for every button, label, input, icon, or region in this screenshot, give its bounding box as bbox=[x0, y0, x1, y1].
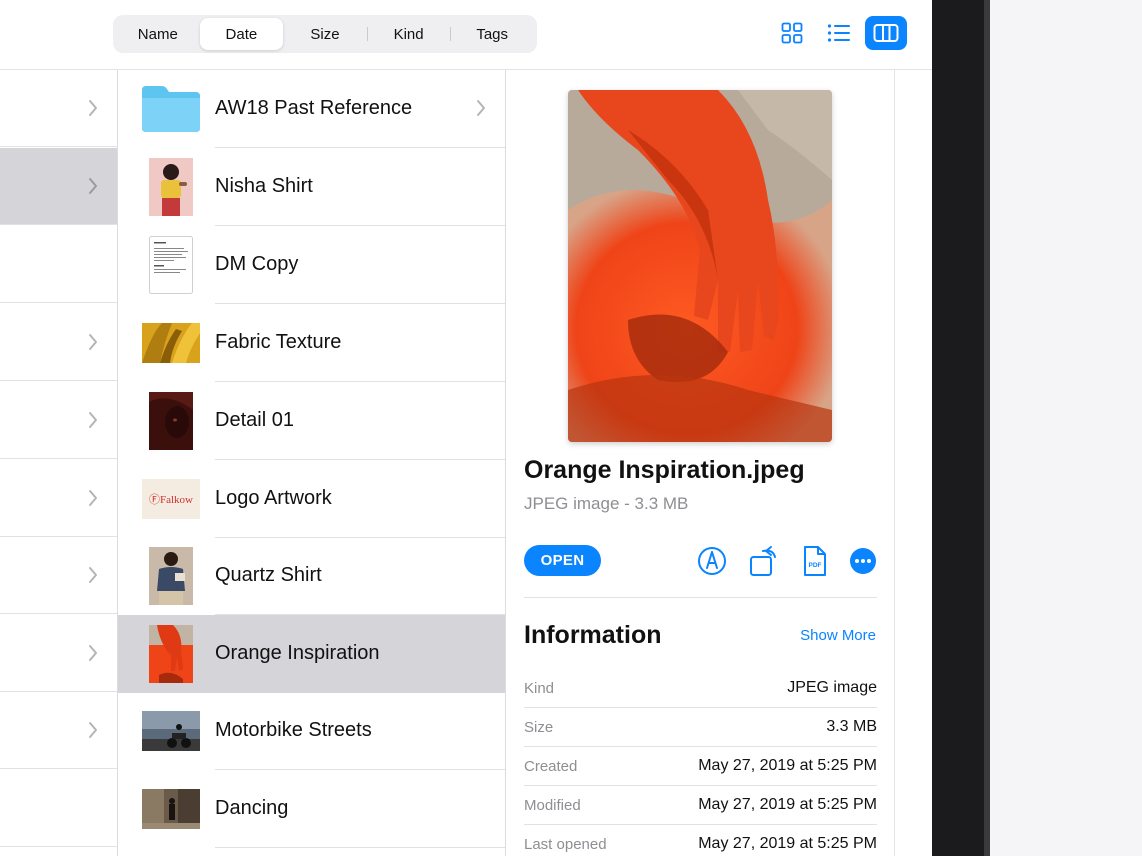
create-pdf-icon: PDF bbox=[804, 546, 826, 576]
sort-by-kind-tab[interactable]: Kind bbox=[366, 18, 451, 50]
file-name: Quartz Shirt bbox=[215, 564, 322, 586]
file-list-column: AW18 Past Reference Nisha Shirt DM Copy … bbox=[118, 70, 506, 856]
info-value: 3.3 MB bbox=[826, 718, 877, 735]
info-row-size: Size 3.3 MB bbox=[524, 708, 877, 747]
image-thumbnail bbox=[142, 158, 200, 216]
markup-button[interactable] bbox=[696, 544, 728, 578]
info-key: Modified bbox=[524, 797, 581, 814]
chevron-right-icon bbox=[89, 567, 97, 583]
file-name: Detail 01 bbox=[215, 409, 294, 431]
sort-by-size-tab[interactable]: Size bbox=[283, 18, 367, 50]
parent-list-row[interactable] bbox=[0, 226, 117, 303]
document-thumbnail bbox=[142, 236, 200, 294]
more-button[interactable] bbox=[847, 544, 879, 578]
column-view-button[interactable] bbox=[865, 16, 907, 50]
grid-view-button[interactable] bbox=[771, 16, 813, 50]
file-row-aw18-past-reference[interactable]: AW18 Past Reference bbox=[118, 70, 505, 148]
list-view-button[interactable] bbox=[818, 16, 860, 50]
file-row-logo-artwork[interactable]: ⒻFalkow Logo Artwork bbox=[118, 460, 505, 538]
preview-image[interactable] bbox=[568, 90, 832, 442]
file-row-dancing[interactable]: Dancing bbox=[118, 770, 505, 848]
file-row-dm-copy[interactable]: DM Copy bbox=[118, 226, 505, 304]
chevron-right-icon bbox=[89, 334, 97, 350]
parent-list-row[interactable] bbox=[0, 770, 117, 847]
sort-by-date-tab[interactable]: Date bbox=[199, 18, 284, 50]
rotate-button[interactable] bbox=[748, 544, 780, 578]
background-outside-device bbox=[990, 0, 1142, 856]
file-name: AW18 Past Reference bbox=[215, 97, 413, 119]
more-icon bbox=[850, 548, 876, 574]
list-view-icon bbox=[827, 24, 850, 42]
column-view-icon bbox=[873, 24, 899, 42]
chevron-right-icon bbox=[89, 100, 97, 116]
file-name: Logo Artwork bbox=[215, 487, 332, 509]
parent-list-row[interactable] bbox=[0, 460, 117, 537]
info-value: May 27, 2019 at 5:25 PM bbox=[698, 796, 877, 813]
file-name: Dancing bbox=[215, 797, 289, 819]
image-thumbnail bbox=[142, 547, 200, 605]
info-key: Last opened bbox=[524, 836, 607, 853]
device-bezel bbox=[932, 0, 988, 856]
preview-file-name: Orange Inspiration.jpeg bbox=[524, 456, 805, 484]
image-thumbnail bbox=[142, 702, 200, 760]
sort-by-name-tab[interactable]: Name bbox=[116, 18, 200, 50]
preview-pane: Orange Inspiration.jpeg JPEG image - 3.3… bbox=[506, 70, 895, 856]
chevron-right-icon bbox=[89, 645, 97, 661]
preview-file-subtitle: JPEG image - 3.3 MB bbox=[524, 494, 689, 513]
chevron-right-icon bbox=[89, 490, 97, 506]
markup-icon bbox=[698, 547, 726, 575]
file-row-detail-01[interactable]: Detail 01 bbox=[118, 382, 505, 460]
image-thumbnail bbox=[142, 625, 200, 683]
parent-list-row[interactable] bbox=[0, 382, 117, 459]
file-row-motorbike-streets[interactable]: Motorbike Streets bbox=[118, 692, 505, 770]
info-row-kind: Kind JPEG image bbox=[524, 669, 877, 708]
info-row-last-opened: Last opened May 27, 2019 at 5:25 PM bbox=[524, 825, 877, 856]
image-thumbnail: ⒻFalkow bbox=[142, 470, 200, 528]
folder-icon bbox=[142, 80, 200, 138]
parent-list-row[interactable] bbox=[0, 537, 117, 614]
image-thumbnail bbox=[142, 314, 200, 372]
information-heading: Information bbox=[524, 621, 662, 649]
file-row-fabric-texture[interactable]: Fabric Texture bbox=[118, 304, 505, 382]
parent-list-row[interactable] bbox=[0, 148, 117, 225]
open-button[interactable]: OPEN bbox=[524, 545, 601, 576]
file-name: Fabric Texture bbox=[215, 331, 342, 353]
create-pdf-button[interactable]: PDF bbox=[799, 544, 831, 578]
sort-segmented-control: Name Date Size Kind Tags bbox=[113, 15, 537, 53]
file-row-quartz-shirt[interactable]: Quartz Shirt bbox=[118, 537, 505, 615]
chevron-right-icon bbox=[89, 722, 97, 738]
parent-list-row[interactable] bbox=[0, 70, 117, 147]
rotate-icon bbox=[750, 546, 776, 576]
divider bbox=[524, 597, 877, 598]
info-value: May 27, 2019 at 5:25 PM bbox=[698, 757, 877, 774]
file-row-nisha-shirt[interactable]: Nisha Shirt bbox=[118, 148, 505, 226]
image-thumbnail bbox=[142, 392, 200, 450]
info-value: May 27, 2019 at 5:25 PM bbox=[698, 835, 877, 852]
parent-list-row[interactable] bbox=[0, 615, 117, 692]
info-key: Size bbox=[524, 719, 554, 736]
info-row-modified: Modified May 27, 2019 at 5:25 PM bbox=[524, 786, 877, 825]
chevron-right-icon bbox=[89, 412, 97, 428]
grid-view-icon bbox=[781, 22, 803, 44]
svg-text:PDF: PDF bbox=[809, 562, 822, 569]
show-more-link[interactable]: Show More bbox=[800, 627, 876, 644]
info-row-created: Created May 27, 2019 at 5:25 PM bbox=[524, 747, 877, 786]
file-name: Nisha Shirt bbox=[215, 175, 313, 197]
file-row-orange-inspiration[interactable]: Orange Inspiration bbox=[118, 615, 505, 693]
parent-list-row[interactable] bbox=[0, 692, 117, 769]
chevron-right-icon bbox=[477, 100, 485, 116]
image-thumbnail bbox=[142, 780, 200, 838]
file-name: Motorbike Streets bbox=[215, 719, 372, 741]
sort-by-tags-tab[interactable]: Tags bbox=[450, 18, 534, 50]
info-value: JPEG image bbox=[787, 679, 877, 696]
logo-text: ⒻFalkow bbox=[149, 494, 193, 506]
toolbar: Name Date Size Kind Tags bbox=[0, 0, 932, 70]
file-name: DM Copy bbox=[215, 253, 299, 275]
parent-list-row[interactable] bbox=[0, 304, 117, 381]
info-key: Created bbox=[524, 758, 578, 775]
info-key: Kind bbox=[524, 680, 555, 697]
file-name: Orange Inspiration bbox=[215, 642, 380, 664]
chevron-right-icon bbox=[89, 178, 97, 194]
parent-folder-column bbox=[0, 70, 118, 856]
